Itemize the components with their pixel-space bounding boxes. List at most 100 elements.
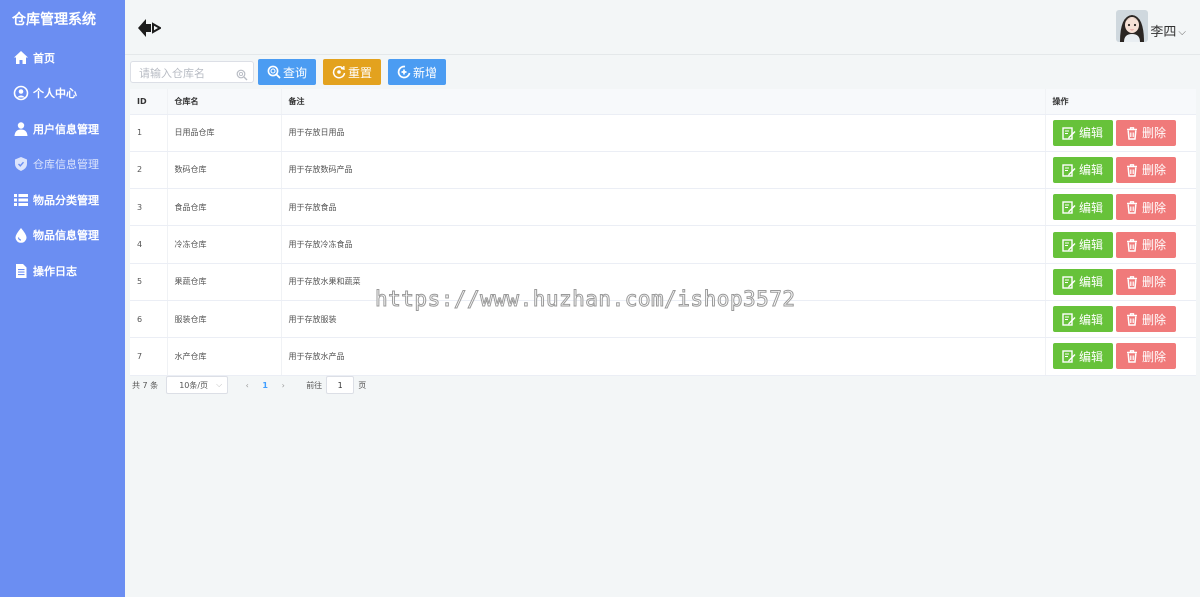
prev-page-button[interactable]: ‹ [238, 376, 256, 394]
trash-icon [1126, 350, 1137, 364]
delete-button[interactable]: 删除 [1115, 231, 1176, 258]
goto-page-input[interactable] [326, 376, 355, 394]
edit-button[interactable]: 编辑 [1052, 343, 1113, 370]
delete-button-label: 删除 [1141, 275, 1166, 290]
add-icon [397, 65, 411, 79]
sidebar-item-label: 仓库信息管理 [33, 158, 99, 172]
delete-button-label: 删除 [1141, 200, 1166, 215]
delete-button-label: 删除 [1141, 126, 1166, 141]
cell-remark: 用于存放水产品 [281, 337, 1046, 376]
delete-button[interactable]: 删除 [1115, 306, 1176, 333]
search-input[interactable] [131, 63, 231, 84]
edit-icon [1062, 164, 1076, 177]
edit-button-label: 编辑 [1078, 163, 1103, 178]
cell-actions: 编辑 删除 [1045, 114, 1196, 152]
cell-remark: 用于存放水果和蔬菜 [281, 263, 1046, 301]
query-button[interactable]: 查询 [258, 59, 317, 85]
cell-id: 5 [130, 263, 168, 301]
sidebar-item-label: 个人中心 [33, 87, 77, 101]
table-row: 6 服装仓库 用于存放服装 编辑 删除 [130, 300, 1196, 339]
user-circle-icon [12, 84, 30, 102]
sidebar-item-label: 用户信息管理 [33, 122, 99, 136]
delete-button[interactable]: 删除 [1115, 119, 1176, 146]
cell-id: 7 [130, 337, 168, 376]
search-icon[interactable] [236, 66, 248, 81]
warehouse-table: ID 仓库名 备注 操作 1 日用品仓库 用于存放日用品 编辑 删除 2 数码仓库 用于存放数… [130, 89, 1196, 376]
cell-id: 6 [130, 300, 168, 339]
page-number[interactable]: 1 [256, 376, 274, 394]
edit-button-label: 编辑 [1078, 126, 1103, 141]
cell-id: 3 [130, 188, 168, 227]
reset-button[interactable]: 重置 [323, 59, 382, 85]
delete-button[interactable]: 删除 [1115, 268, 1176, 295]
sidebar-item-logs[interactable]: 操作日志 [0, 253, 125, 289]
cell-id: 2 [130, 151, 168, 190]
delete-button[interactable]: 删除 [1115, 156, 1176, 183]
add-button[interactable]: 新增 [388, 59, 447, 85]
user-menu[interactable]: 李四 ⌵ [1116, 10, 1186, 42]
cell-id: 1 [130, 114, 168, 152]
cell-actions: 编辑 删除 [1045, 263, 1196, 301]
cell-actions: 编辑 删除 [1045, 337, 1196, 376]
reset-button-label: 重置 [348, 65, 373, 80]
edit-icon [1062, 238, 1076, 252]
edit-icon [1062, 276, 1076, 289]
app-title: 仓库管理系统 [12, 12, 96, 28]
edit-button-label: 编辑 [1078, 312, 1103, 327]
page-size-select[interactable]: 10条/页 ⌵ [166, 376, 229, 394]
delete-button-label: 删除 [1141, 349, 1166, 364]
cell-name: 果蔬仓库 [167, 263, 282, 301]
table-header-row: ID 仓库名 备注 操作 [130, 89, 1196, 115]
edit-button[interactable]: 编辑 [1052, 156, 1113, 183]
sidebar-item-label: 物品信息管理 [33, 229, 99, 243]
delete-button-label: 删除 [1141, 312, 1166, 327]
cell-name: 数码仓库 [167, 151, 282, 190]
cell-name: 食品仓库 [167, 188, 282, 227]
back-icon[interactable] [137, 17, 163, 39]
edit-button-label: 编辑 [1078, 238, 1103, 253]
trash-icon [1126, 238, 1137, 252]
sidebar-item-label: 首页 [33, 51, 55, 65]
trash-icon [1126, 201, 1137, 214]
sidebar-item-items[interactable]: 物品信息管理 [0, 218, 125, 254]
edit-button-label: 编辑 [1078, 349, 1103, 364]
edit-button-label: 编辑 [1078, 275, 1103, 290]
column-header-remark: 备注 [281, 89, 1046, 115]
page-size-value: 10条/页 [179, 380, 209, 390]
edit-icon [1062, 201, 1076, 214]
sidebar-item-warehouses[interactable]: 仓库信息管理 [0, 147, 125, 183]
toolbar: 查询 重置 新增 [130, 59, 453, 85]
delete-button[interactable]: 删除 [1115, 343, 1176, 370]
sidebar-item-profile[interactable]: 个人中心 [0, 76, 125, 112]
sidebar-item-label: 操作日志 [33, 264, 77, 278]
edit-button[interactable]: 编辑 [1052, 231, 1113, 258]
cell-name: 冷冻仓库 [167, 225, 282, 264]
edit-button[interactable]: 编辑 [1052, 194, 1113, 221]
add-button-label: 新增 [413, 65, 438, 80]
trash-icon [1126, 164, 1137, 177]
cell-actions: 编辑 删除 [1045, 188, 1196, 227]
list-icon [12, 191, 30, 209]
cell-name: 日用品仓库 [167, 114, 282, 152]
chevron-down-icon: ⌵ [1178, 27, 1186, 38]
sidebar: 仓库管理系统 首页 个人中心 用户信息管理 仓库信息管理 物品分类管理 物品信息… [0, 0, 125, 597]
cell-name: 服装仓库 [167, 300, 282, 339]
sidebar-item-users[interactable]: 用户信息管理 [0, 111, 125, 147]
column-header-name: 仓库名 [167, 89, 282, 115]
edit-button[interactable]: 编辑 [1052, 119, 1113, 146]
next-page-button[interactable]: › [274, 376, 292, 394]
sidebar-item-categories[interactable]: 物品分类管理 [0, 182, 125, 218]
edit-button[interactable]: 编辑 [1052, 306, 1113, 333]
edit-button-label: 编辑 [1078, 200, 1103, 215]
drop-icon [12, 226, 30, 244]
cell-remark: 用于存放冷冻食品 [281, 225, 1046, 264]
trash-icon [1126, 275, 1137, 289]
delete-button[interactable]: 删除 [1115, 194, 1176, 221]
sidebar-item-home[interactable]: 首页 [0, 40, 125, 76]
goto-label: 前往 [306, 380, 323, 390]
top-header: 李四 ⌵ [125, 0, 1200, 55]
edit-icon [1062, 313, 1076, 326]
delete-button-label: 删除 [1141, 163, 1166, 178]
table-row: 2 数码仓库 用于存放数码产品 编辑 删除 [130, 151, 1196, 190]
edit-button[interactable]: 编辑 [1052, 268, 1113, 295]
